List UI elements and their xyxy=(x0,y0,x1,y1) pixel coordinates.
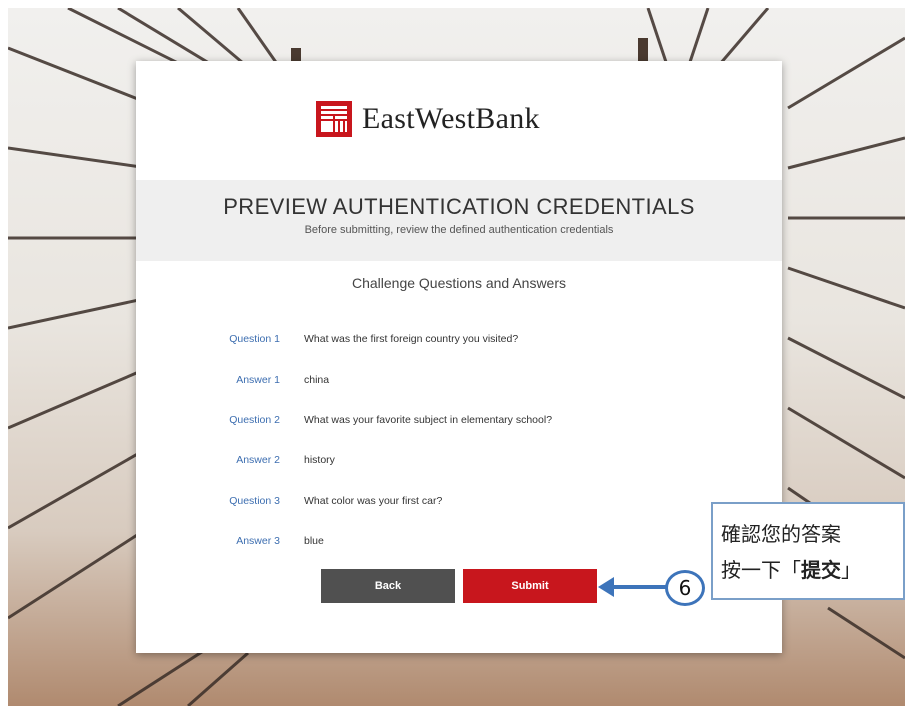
page-header: PREVIEW AUTHENTICATION CREDENTIALS Befor… xyxy=(136,180,782,261)
answer-row-1: Answer 1 china xyxy=(136,374,782,390)
callout-suffix: 」 xyxy=(841,558,861,582)
answer-text: history xyxy=(304,454,335,466)
step-number-badge: 6 xyxy=(665,570,705,606)
bank-logo-icon xyxy=(316,101,352,137)
credentials-preview-card: EastWestBank PREVIEW AUTHENTICATION CRED… xyxy=(136,61,782,653)
answer-text: china xyxy=(304,374,330,386)
instruction-callout: 確認您的答案 按一下「提交」 xyxy=(711,502,905,600)
callout-line-1: 確認您的答案 xyxy=(721,522,841,546)
callout-prefix: 按一下「 xyxy=(721,558,801,582)
callout-line-2: 按一下「提交」 xyxy=(721,554,861,583)
question-label: Question 3 xyxy=(229,495,280,507)
section-title: Challenge Questions and Answers xyxy=(351,275,567,291)
bank-logo: EastWestBank xyxy=(316,101,540,137)
bank-name: EastWestBank xyxy=(362,102,540,135)
pointer-arrow-icon xyxy=(598,577,666,597)
page-title: PREVIEW AUTHENTICATION CREDENTIALS xyxy=(223,194,695,219)
answer-text: blue xyxy=(304,535,324,547)
answer-label: Answer 3 xyxy=(236,535,280,547)
answer-label: Answer 2 xyxy=(236,454,280,466)
answer-label: Answer 1 xyxy=(236,374,280,386)
question-text: What was the first foreign country you v… xyxy=(304,333,519,345)
answer-row-3: Answer 3 blue xyxy=(136,535,782,551)
question-label: Question 2 xyxy=(229,414,280,426)
submit-button[interactable]: Submit xyxy=(463,569,597,603)
question-label: Question 1 xyxy=(229,333,280,345)
question-text: What color was your first car? xyxy=(304,495,443,507)
back-button[interactable]: Back xyxy=(321,569,455,603)
question-row-2: Question 2 What was your favorite subjec… xyxy=(136,414,782,430)
question-row-1: Question 1 What was the first foreign co… xyxy=(136,333,782,349)
answer-row-2: Answer 2 history xyxy=(136,454,782,470)
question-text: What was your favorite subject in elemen… xyxy=(304,414,553,426)
page-subtitle: Before submitting, review the defined au… xyxy=(304,224,614,236)
callout-bold: 提交 xyxy=(801,558,841,582)
question-row-3: Question 3 What color was your first car… xyxy=(136,495,782,511)
